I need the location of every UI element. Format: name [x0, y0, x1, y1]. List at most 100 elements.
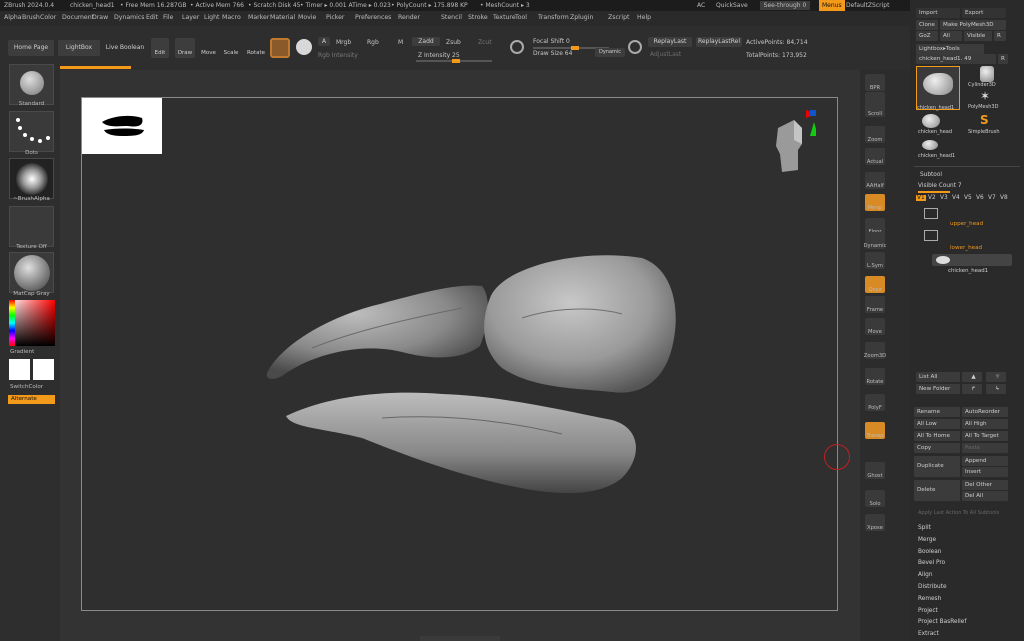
subtool-row-selected[interactable] — [932, 254, 1012, 266]
menu-dynamics[interactable]: Dynamics — [114, 11, 145, 25]
subtool-fn-remesh[interactable]: Remesh — [918, 596, 941, 602]
folder-icon[interactable] — [924, 208, 938, 219]
menu-zplugin[interactable]: Zplugin — [570, 11, 593, 25]
main-color-swatch[interactable] — [9, 359, 30, 380]
seethrough-slider[interactable]: See-through 0 — [760, 1, 810, 10]
del-all-button[interactable]: Del All — [962, 491, 1008, 501]
texture-thumbnail[interactable] — [9, 206, 54, 247]
subtool-fn-boolean[interactable]: Boolean — [918, 549, 941, 555]
menu-render[interactable]: Render — [398, 11, 420, 25]
a-toggle[interactable]: A — [318, 37, 330, 46]
move-button[interactable]: Move — [200, 38, 217, 58]
brush-s-icon[interactable] — [296, 39, 312, 55]
polymesh-star-icon[interactable]: ✶ — [980, 90, 990, 102]
menu-layer[interactable]: Layer — [182, 11, 199, 25]
gradient-label[interactable]: Gradient — [10, 349, 55, 355]
subtool-fn-split[interactable]: Split — [918, 525, 931, 531]
subtool-v3-button[interactable]: V3 — [940, 195, 948, 201]
zsub-button[interactable]: Zsub — [446, 39, 461, 46]
subtool-fn-project-basrelief[interactable]: Project BasRelief — [918, 619, 966, 625]
m-button[interactable]: M — [398, 39, 403, 46]
move-up-icon[interactable]: ↱ — [962, 384, 982, 394]
alpha-thumbnail[interactable] — [9, 158, 54, 199]
menu-stencil[interactable]: Stencil — [441, 11, 462, 25]
lightbox-button[interactable]: LightBox — [58, 40, 100, 56]
paste-button[interactable]: Paste — [962, 443, 1008, 453]
goz-button[interactable]: GoZ — [916, 31, 938, 41]
menu-macro[interactable]: Macro — [222, 11, 241, 25]
alternate-button[interactable]: Alternate — [8, 395, 55, 404]
menus-button[interactable]: Menus — [819, 0, 845, 11]
export-button[interactable]: Export — [962, 8, 1006, 18]
menu-light[interactable]: Light — [204, 11, 219, 25]
stroke-thumbnail[interactable] — [9, 111, 54, 152]
chicken-head-icon[interactable] — [922, 114, 940, 128]
menu-tool[interactable]: Tool — [515, 11, 527, 25]
replaylast-button[interactable]: ReplayLast — [648, 37, 692, 47]
subtool-v2-button[interactable]: V2 — [928, 195, 936, 201]
subtool-v1-button[interactable]: V1 — [916, 195, 926, 201]
color-picker[interactable] — [9, 300, 55, 346]
quicksave-button[interactable]: QuickSave — [716, 0, 748, 11]
bottom-tray-handle[interactable] — [420, 636, 500, 641]
delete-button[interactable]: Delete — [914, 480, 960, 501]
cylinder-icon[interactable] — [980, 66, 994, 82]
switchcolor-button[interactable]: SwitchColor — [10, 384, 55, 390]
menu-document[interactable]: Document — [62, 11, 94, 25]
all-button[interactable]: All — [940, 31, 962, 41]
subtool-fn-bevel-pro[interactable]: Bevel Pro — [918, 560, 945, 566]
draw-button[interactable]: Draw — [175, 38, 195, 58]
make-polymesh-button[interactable]: Make PolyMesh3D — [940, 20, 1006, 30]
live-boolean-button[interactable]: Live Boolean — [102, 40, 148, 56]
lightbox-tools-button[interactable]: Lightbox▸Tools — [916, 44, 984, 54]
orientation-gizmo[interactable] — [772, 110, 818, 180]
all-high-button[interactable]: All High — [962, 419, 1008, 429]
rgb-intensity-slider[interactable]: Rgb Intensity — [318, 52, 358, 59]
menu-edit[interactable]: Edit — [146, 11, 158, 25]
menu-picker[interactable]: Picker — [326, 11, 344, 25]
move-down-icon[interactable]: ↳ — [986, 384, 1006, 394]
subtool-fn-project[interactable]: Project — [918, 608, 938, 614]
clone-button[interactable]: Clone — [916, 20, 938, 30]
menu-material[interactable]: Material — [270, 11, 295, 25]
menu-preferences[interactable]: Preferences — [355, 11, 391, 25]
import-button[interactable]: Import — [916, 8, 960, 18]
subtool-v7-button[interactable]: V7 — [988, 195, 996, 201]
default-zscript[interactable]: DefaultZScript — [846, 0, 889, 11]
menu-transform[interactable]: Transform — [538, 11, 569, 25]
adjustlast-button[interactable]: AdjustLast — [650, 51, 681, 58]
simplebrush-icon[interactable]: S — [980, 114, 989, 126]
menu-help[interactable]: Help — [637, 11, 651, 25]
duplicate-button[interactable]: Duplicate — [914, 456, 960, 477]
visible-count-slider[interactable]: Visible Count 7 — [918, 183, 962, 189]
subtool-v8-button[interactable]: V8 — [1000, 195, 1008, 201]
all-to-target-button[interactable]: All To Target — [962, 431, 1008, 441]
menu-marker[interactable]: Marker — [248, 11, 269, 25]
mrgb-button[interactable]: Mrgb — [336, 39, 351, 46]
scale-button[interactable]: Scale — [222, 38, 240, 58]
dynamic-button[interactable]: Dynamic — [595, 48, 625, 57]
subtool-upper-head[interactable]: upper_head — [950, 221, 983, 227]
edit-button[interactable]: Edit — [151, 38, 169, 58]
all-low-button[interactable]: All Low — [914, 419, 960, 429]
material-swatch[interactable] — [270, 38, 290, 58]
list-all-button[interactable]: List All — [916, 372, 960, 382]
replaylastrel-button[interactable]: ReplayLastRel — [696, 37, 742, 47]
copy-button[interactable]: Copy — [914, 443, 960, 453]
subtool-fn-extract[interactable]: Extract — [918, 631, 939, 637]
zcut-button[interactable]: Zcut — [478, 39, 492, 46]
rotate-button[interactable]: Rotate — [246, 38, 266, 58]
subtool-fn-merge[interactable]: Merge — [918, 537, 936, 543]
all-to-home-button[interactable]: All To Home — [914, 431, 960, 441]
new-folder-button[interactable]: New Folder — [916, 384, 960, 394]
material-thumbnail[interactable] — [9, 252, 54, 293]
current-tool-slider[interactable]: chicken_head1. 49 — [916, 54, 996, 64]
tool-thumb-chicken-head1[interactable] — [916, 66, 960, 110]
r-button[interactable]: R — [994, 31, 1006, 41]
subtool-chicken-head1[interactable]: chicken_head1 — [948, 268, 988, 274]
folder-icon-2[interactable] — [924, 230, 938, 241]
secondary-color-swatch[interactable] — [33, 359, 54, 380]
apply-last-action[interactable]: Apply Last Action To All Subtools — [918, 510, 999, 516]
visible-button[interactable]: Visible — [964, 31, 992, 41]
z-intensity-slider[interactable]: Z Intensity 25 — [418, 52, 460, 59]
